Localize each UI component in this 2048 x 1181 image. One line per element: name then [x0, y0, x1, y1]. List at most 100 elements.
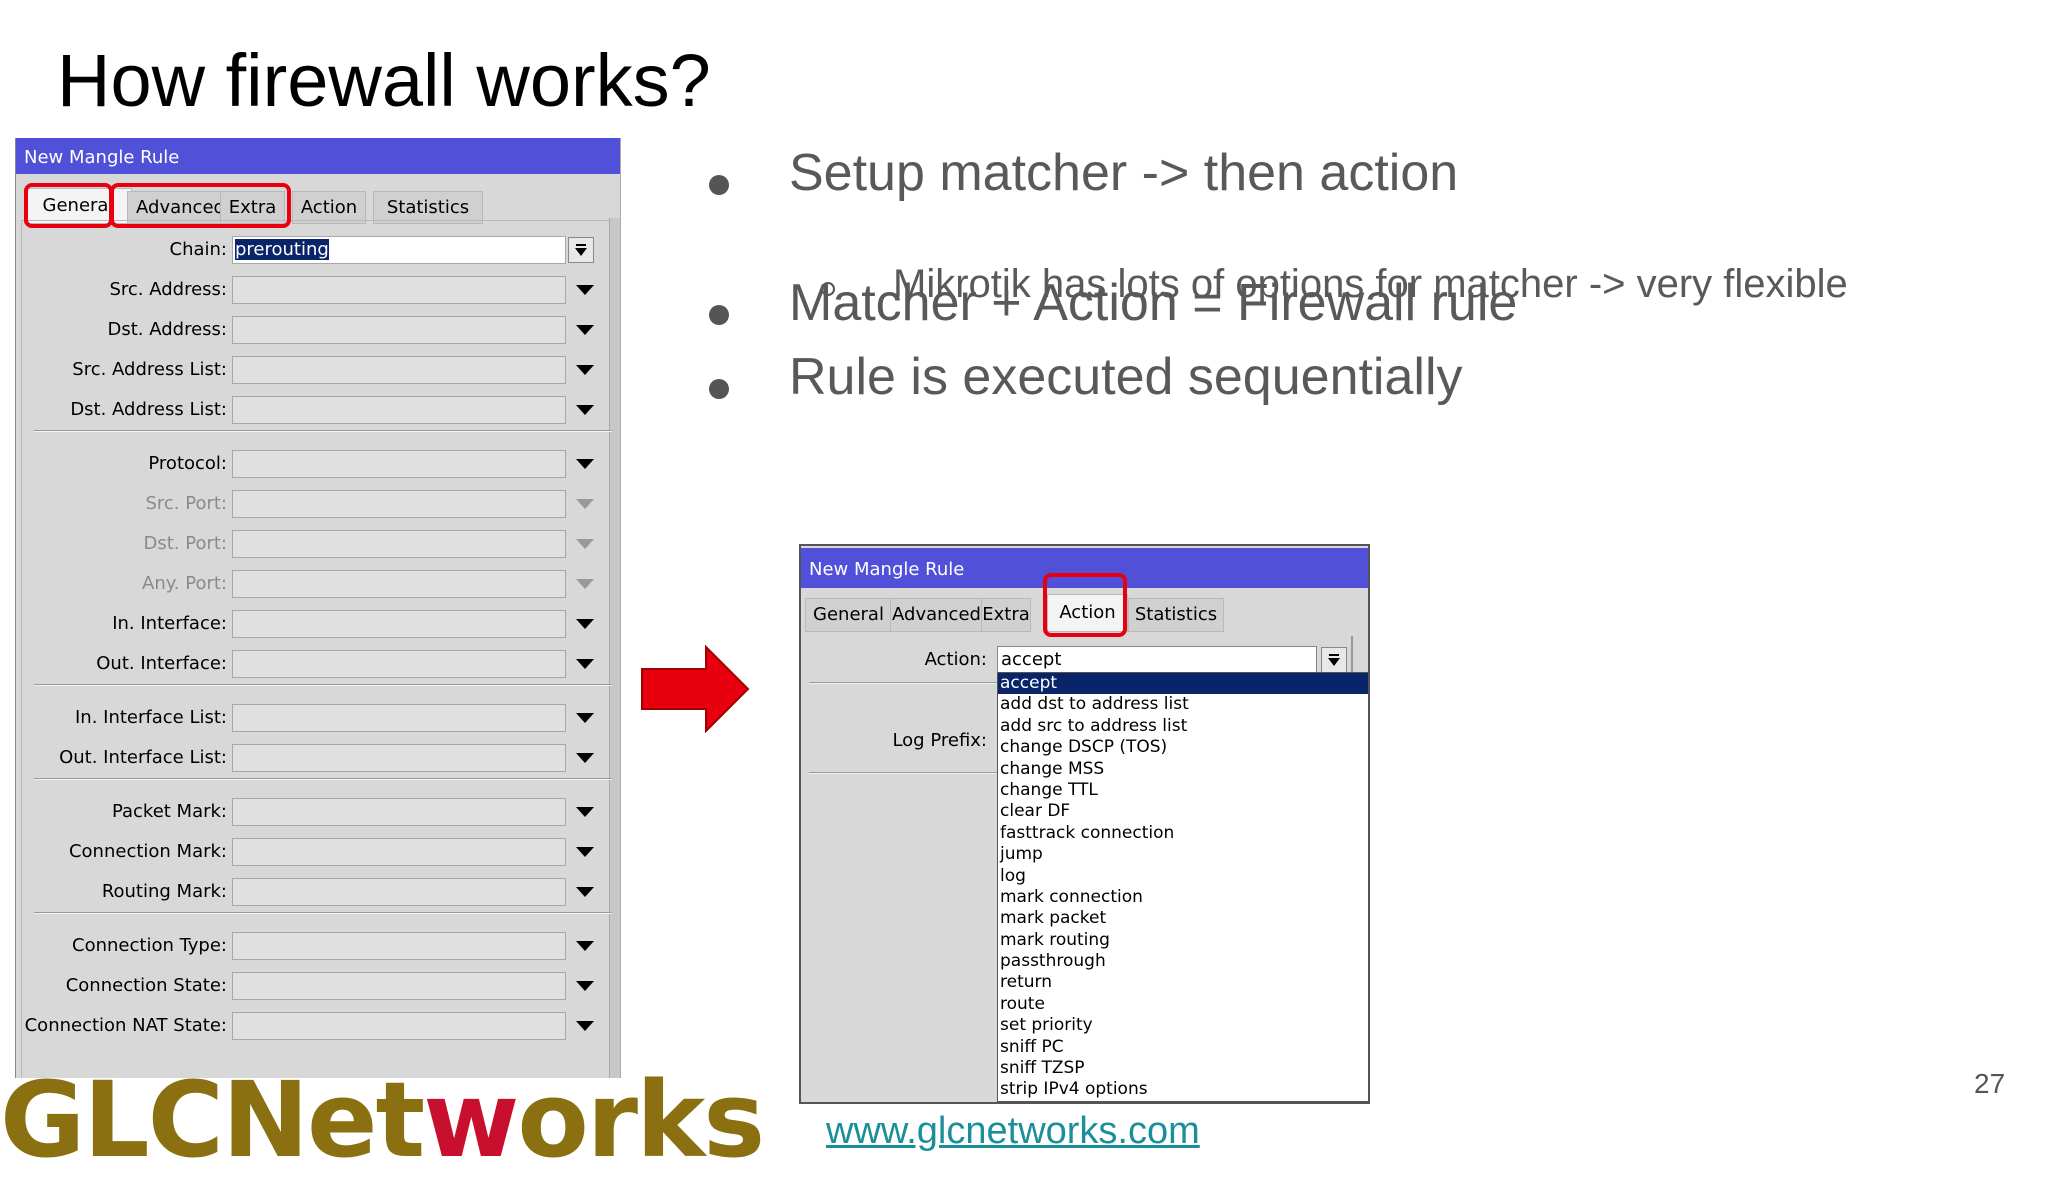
- chevron-down-icon[interactable]: [576, 1021, 594, 1031]
- field-input[interactable]: [232, 450, 566, 478]
- option-item[interactable]: accept: [998, 673, 1368, 695]
- chevron-down-icon[interactable]: [576, 285, 594, 295]
- chevron-down-icon[interactable]: [576, 499, 594, 509]
- field-input[interactable]: [232, 356, 566, 384]
- chevron-down-icon[interactable]: [576, 659, 594, 669]
- field-input[interactable]: [232, 530, 566, 558]
- field-label: Packet Mark:: [111, 801, 227, 822]
- option-item[interactable]: add dst to address list: [998, 694, 1368, 715]
- action-select[interactable]: accept: [997, 646, 1317, 674]
- tab-extra[interactable]: Extra: [981, 598, 1031, 632]
- separator: [34, 684, 612, 685]
- chevron-down-icon[interactable]: [576, 713, 594, 723]
- field-input[interactable]: [232, 570, 566, 598]
- option-item[interactable]: fasttrack connection: [998, 823, 1368, 844]
- bullet-dot-icon: [709, 379, 729, 399]
- field-label: Any. Port:: [142, 573, 227, 594]
- chevron-down-icon[interactable]: [576, 941, 594, 951]
- chevron-down-icon[interactable]: [576, 807, 594, 817]
- option-item[interactable]: sniff PC: [998, 1037, 1368, 1058]
- website-link[interactable]: www.glcnetworks.com: [826, 1110, 1200, 1153]
- option-item[interactable]: change DSCP (TOS): [998, 737, 1368, 758]
- divider: [1351, 636, 1353, 676]
- field-label: Dst. Port:: [143, 533, 228, 554]
- page-number: 27: [1974, 1068, 2006, 1099]
- action-options-list[interactable]: accept add dst to address list add src to …: [997, 672, 1368, 1102]
- option-item[interactable]: strip IPv4 options: [998, 1079, 1368, 1100]
- option-item[interactable]: set priority: [998, 1015, 1368, 1036]
- field-label: Connection State:: [65, 975, 227, 996]
- action-dropdown-button[interactable]: [1321, 647, 1347, 673]
- chain-field[interactable]: prerouting: [232, 236, 566, 264]
- option-item[interactable]: change MSS: [998, 759, 1368, 780]
- field-label: Connection Type:: [72, 935, 227, 956]
- option-item[interactable]: add src to address list: [998, 716, 1368, 737]
- option-item[interactable]: change TTL: [998, 780, 1368, 801]
- highlight-advanced-extra-tabs: [110, 183, 291, 228]
- field-input[interactable]: [232, 932, 566, 960]
- bullet-text: Setup matcher -> then action: [789, 144, 1459, 202]
- field-label: Src. Port:: [145, 493, 227, 514]
- chevron-down-icon[interactable]: [576, 981, 594, 991]
- field-input[interactable]: [232, 396, 566, 424]
- field-input[interactable]: [232, 744, 566, 772]
- field-input[interactable]: [232, 276, 566, 304]
- option-item[interactable]: mark routing: [998, 930, 1368, 951]
- chevron-down-icon[interactable]: [576, 753, 594, 763]
- field-input[interactable]: [232, 610, 566, 638]
- chevron-down-icon[interactable]: [576, 365, 594, 375]
- bullet-text: Rule is executed sequentially: [789, 348, 1463, 406]
- field-input[interactable]: [232, 704, 566, 732]
- separator: [809, 682, 997, 683]
- chevron-down-icon[interactable]: [576, 579, 594, 589]
- option-item[interactable]: clear DF: [998, 801, 1368, 822]
- field-label: Protocol:: [148, 453, 227, 474]
- option-item[interactable]: mark connection: [998, 887, 1368, 908]
- chevron-down-icon[interactable]: [576, 539, 594, 549]
- field-label: In. Interface:: [112, 613, 227, 634]
- option-item[interactable]: sniff TZSP: [998, 1058, 1368, 1079]
- option-item[interactable]: passthrough: [998, 951, 1368, 972]
- window-title: New Mangle Rule: [16, 138, 620, 174]
- field-label: Connection NAT State:: [24, 1015, 227, 1036]
- tab-general[interactable]: General: [805, 598, 892, 632]
- field-input[interactable]: [232, 878, 566, 906]
- slide-title: How firewall works?: [57, 39, 711, 122]
- chevron-down-icon[interactable]: [576, 887, 594, 897]
- field-input[interactable]: [232, 490, 566, 518]
- mangle-rule-window-general: New Mangle Rule General Advanced Extra Acti…: [15, 138, 621, 1078]
- field-label: In. Interface List:: [75, 707, 227, 728]
- chain-dropdown-button[interactable]: [568, 237, 594, 263]
- highlight-action-tab: [1043, 573, 1127, 637]
- log-prefix-label: Log Prefix:: [892, 730, 987, 751]
- scrollbar[interactable]: [609, 218, 620, 1078]
- option-item[interactable]: jump: [998, 844, 1368, 865]
- tab-statistics[interactable]: Statistics: [1128, 598, 1224, 632]
- field-input[interactable]: [232, 316, 566, 344]
- highlight-general-tab: [24, 183, 113, 228]
- option-item[interactable]: mark packet: [998, 908, 1368, 929]
- field-input[interactable]: [232, 650, 566, 678]
- chevron-down-icon[interactable]: [576, 619, 594, 629]
- field-input[interactable]: [232, 1012, 566, 1040]
- right-arrow-icon: [641, 645, 750, 733]
- chevron-down-icon[interactable]: [576, 847, 594, 857]
- option-item[interactable]: log: [998, 866, 1368, 887]
- field-input[interactable]: [232, 838, 566, 866]
- separator: [34, 778, 612, 779]
- bullet-dot-icon: [709, 305, 729, 325]
- field-label: Dst. Address List:: [70, 399, 227, 420]
- field-input[interactable]: [232, 798, 566, 826]
- option-item[interactable]: route: [998, 994, 1368, 1015]
- field-label: Out. Interface:: [96, 653, 227, 674]
- field-label: Routing Mark:: [101, 881, 227, 902]
- tab-advanced[interactable]: Advanced: [890, 598, 983, 632]
- option-item[interactable]: return: [998, 972, 1368, 993]
- field-label: Src. Address List:: [72, 359, 227, 380]
- field-input[interactable]: [232, 972, 566, 1000]
- chevron-down-icon[interactable]: [576, 405, 594, 415]
- field-label: Connection Mark:: [68, 841, 227, 862]
- chevron-down-icon[interactable]: [576, 459, 594, 469]
- chevron-down-icon[interactable]: [576, 325, 594, 335]
- glcnetworks-logo: GLCNetworks: [0, 1059, 765, 1181]
